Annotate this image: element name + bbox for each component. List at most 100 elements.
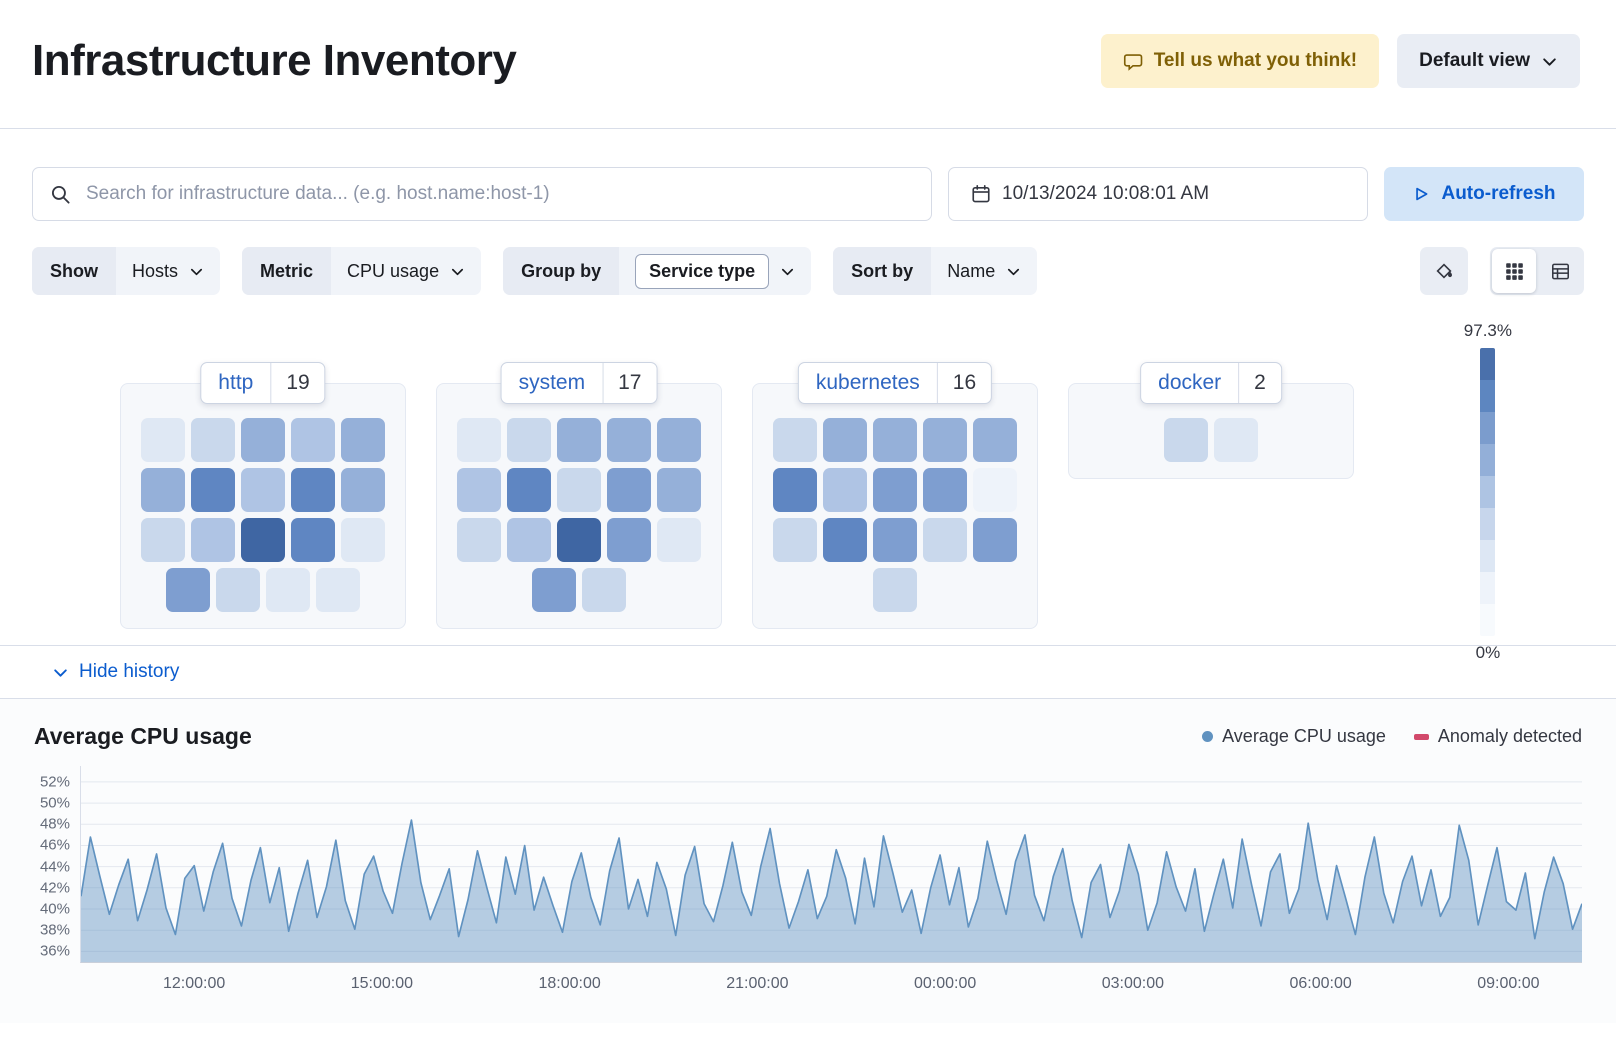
show-filter-select[interactable]: Hosts <box>116 247 220 295</box>
host-node-cell[interactable] <box>341 468 385 512</box>
search-input[interactable] <box>84 182 914 206</box>
host-node-cell[interactable] <box>973 468 1017 512</box>
host-node-cell[interactable] <box>341 518 385 562</box>
host-node-cell[interactable] <box>316 568 360 612</box>
host-node-cell[interactable] <box>507 468 551 512</box>
host-node-cell[interactable] <box>657 468 701 512</box>
host-node-cell[interactable] <box>141 468 185 512</box>
group-label-pill: http19 <box>200 362 325 404</box>
host-node-cell[interactable] <box>873 418 917 462</box>
fill-color-button[interactable] <box>1420 247 1468 295</box>
host-node-cell[interactable] <box>141 518 185 562</box>
host-node-cell[interactable] <box>166 568 210 612</box>
waffle-row <box>457 568 701 612</box>
host-node-cell[interactable] <box>141 418 185 462</box>
host-node-cell[interactable] <box>923 518 967 562</box>
host-node-cell[interactable] <box>873 518 917 562</box>
host-node-cell[interactable] <box>823 468 867 512</box>
waffle-rows <box>1164 418 1258 462</box>
group-by-filter-select[interactable]: Service type <box>619 247 811 295</box>
group-by-filter-group: Group by Service type <box>503 247 811 295</box>
waffle-rows <box>141 418 385 612</box>
page-title: Infrastructure Inventory <box>32 36 516 86</box>
host-node-cell[interactable] <box>657 518 701 562</box>
hide-history-toggle[interactable]: Hide history <box>46 660 185 684</box>
waffle-row <box>1164 418 1258 462</box>
calendar-icon <box>971 184 991 204</box>
host-node-cell[interactable] <box>291 468 335 512</box>
cpu-usage-chart <box>81 766 1582 962</box>
search-icon <box>50 184 71 205</box>
host-node-cell[interactable] <box>607 418 651 462</box>
auto-refresh-button[interactable]: Auto-refresh <box>1384 167 1584 221</box>
waffle-row <box>457 468 701 512</box>
feedback-button[interactable]: Tell us what you think! <box>1101 34 1379 88</box>
group-link-kubernetes[interactable]: kubernetes <box>799 363 937 403</box>
x-axis-label: 15:00:00 <box>351 975 413 993</box>
sort-by-filter-value: Name <box>947 261 995 282</box>
host-node-cell[interactable] <box>973 418 1017 462</box>
host-node-cell[interactable] <box>973 518 1017 562</box>
host-node-cell[interactable] <box>457 418 501 462</box>
waffle-rows <box>457 418 701 612</box>
host-node-cell[interactable] <box>607 518 651 562</box>
host-node-cell[interactable] <box>191 518 235 562</box>
waffle-row <box>773 468 1017 512</box>
date-picker-button[interactable]: 10/13/2024 10:08:01 AM <box>948 167 1368 221</box>
host-node-cell[interactable] <box>773 468 817 512</box>
host-node-cell[interactable] <box>923 468 967 512</box>
view-selector-button[interactable]: Default view <box>1397 34 1580 88</box>
host-node-cell[interactable] <box>457 518 501 562</box>
host-node-cell[interactable] <box>216 568 260 612</box>
sort-by-filter-select[interactable]: Name <box>931 247 1037 295</box>
host-node-cell[interactable] <box>823 518 867 562</box>
host-node-cell[interactable] <box>266 568 310 612</box>
chevron-down-icon <box>1006 264 1021 279</box>
host-node-cell[interactable] <box>1164 418 1208 462</box>
host-node-cell[interactable] <box>823 418 867 462</box>
host-node-cell[interactable] <box>873 568 917 612</box>
speech-bubble-icon <box>1123 51 1143 71</box>
host-node-cell[interactable] <box>241 468 285 512</box>
host-node-cell[interactable] <box>532 568 576 612</box>
legend-item-dot[interactable]: Average CPU usage <box>1202 726 1386 747</box>
host-node-cell[interactable] <box>557 518 601 562</box>
host-node-cell[interactable] <box>557 418 601 462</box>
group-link-http[interactable]: http <box>201 363 270 403</box>
waffle-group-docker: docker2 <box>1068 383 1354 479</box>
metric-filter-select[interactable]: CPU usage <box>331 247 481 295</box>
chevron-down-icon <box>1541 53 1558 70</box>
host-node-cell[interactable] <box>507 518 551 562</box>
host-node-cell[interactable] <box>291 518 335 562</box>
infrastructure-inventory-page: Infrastructure Inventory Tell us what yo… <box>0 0 1616 1038</box>
host-node-cell[interactable] <box>191 468 235 512</box>
host-node-cell[interactable] <box>457 468 501 512</box>
legend-item-dash[interactable]: Anomaly detected <box>1414 726 1582 747</box>
host-node-cell[interactable] <box>657 418 701 462</box>
host-node-cell[interactable] <box>873 468 917 512</box>
chevron-down-icon <box>780 264 795 279</box>
table-view-button[interactable] <box>1538 249 1582 293</box>
x-axis-label: 09:00:00 <box>1477 975 1539 993</box>
host-node-cell[interactable] <box>191 418 235 462</box>
host-node-cell[interactable] <box>773 418 817 462</box>
group-link-docker[interactable]: docker <box>1141 363 1238 403</box>
waffle-groups: http19system17kubernetes16docker2 <box>120 383 1466 629</box>
host-node-cell[interactable] <box>557 468 601 512</box>
host-node-cell[interactable] <box>241 518 285 562</box>
chevron-down-icon <box>189 264 204 279</box>
grid-view-button[interactable] <box>1492 249 1536 293</box>
host-node-cell[interactable] <box>507 418 551 462</box>
chart-plot-area <box>80 766 1582 963</box>
host-node-cell[interactable] <box>1214 418 1258 462</box>
host-node-cell[interactable] <box>241 418 285 462</box>
host-node-cell[interactable] <box>923 418 967 462</box>
host-node-cell[interactable] <box>773 518 817 562</box>
host-node-cell[interactable] <box>291 418 335 462</box>
host-node-cell[interactable] <box>607 468 651 512</box>
host-node-cell[interactable] <box>582 568 626 612</box>
sort-by-filter-group: Sort by Name <box>833 247 1037 295</box>
group-link-system[interactable]: system <box>502 363 603 403</box>
waffle-rows <box>773 418 1017 612</box>
host-node-cell[interactable] <box>341 418 385 462</box>
